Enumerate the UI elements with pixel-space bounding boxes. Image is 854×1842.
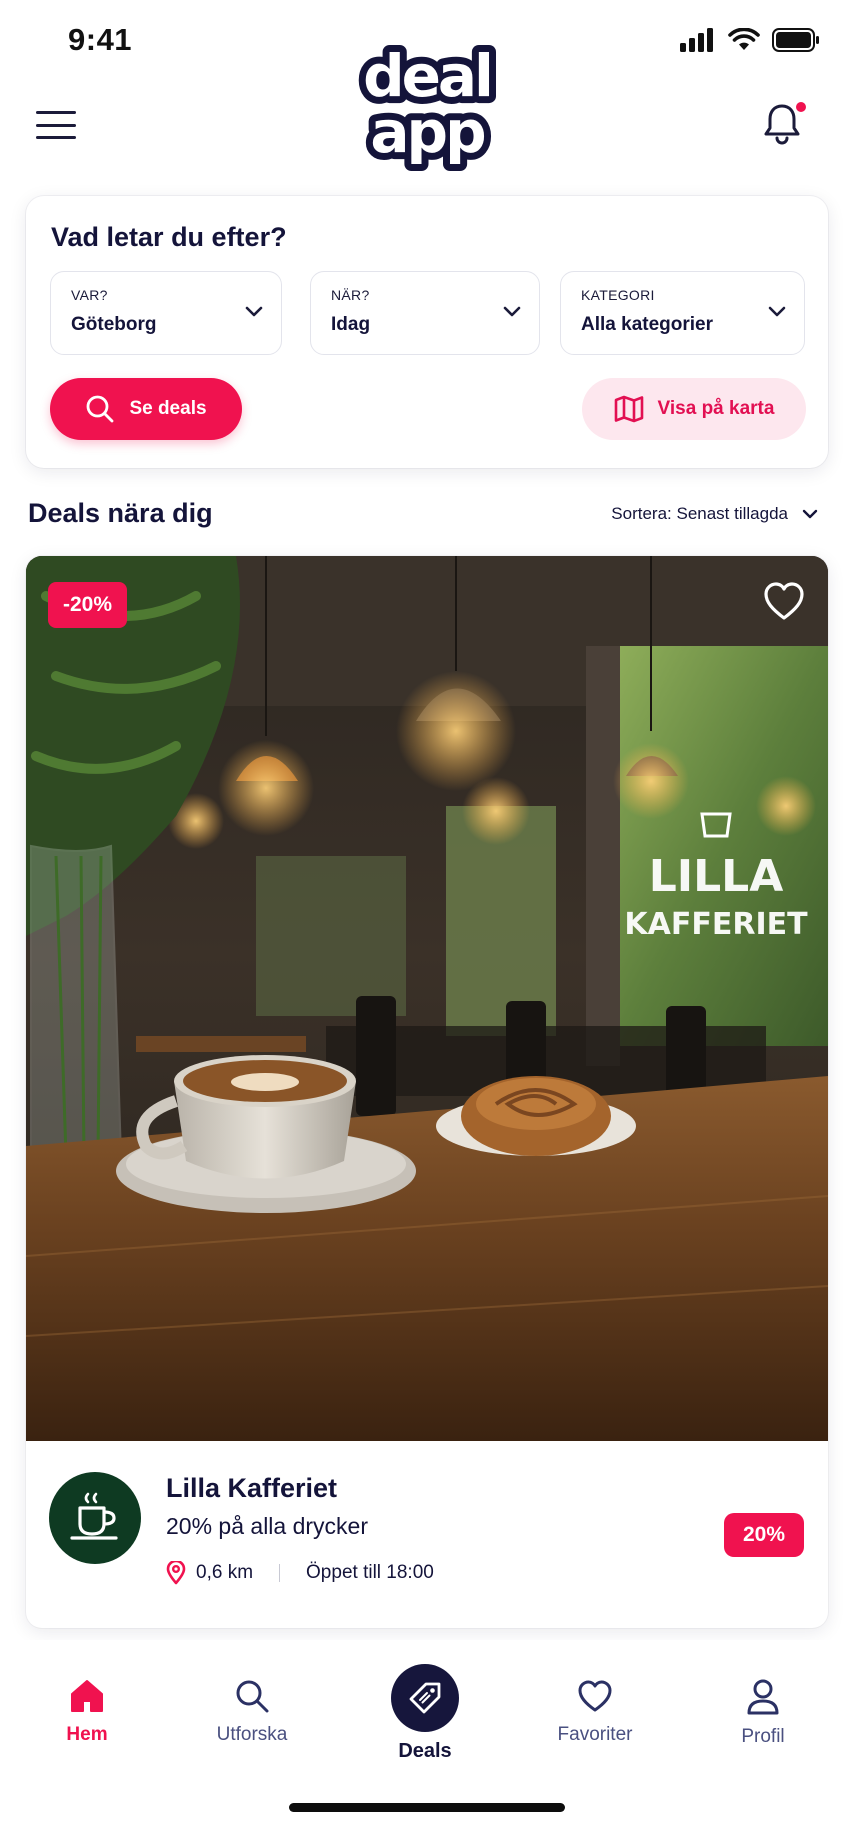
search-title: Vad letar du efter?	[51, 222, 287, 252]
section-title: Deals nära dig	[28, 498, 213, 528]
nav-label-home: Hem	[66, 1724, 108, 1745]
filter-location[interactable]: VAR? Göteborg	[50, 271, 282, 355]
user-icon	[747, 1679, 779, 1715]
notifications-button[interactable]	[758, 100, 808, 148]
filter-date-value: Idag	[331, 314, 371, 335]
sort-label: Sortera: Senast tillagda	[611, 504, 788, 523]
see-deals-label: Se deals	[129, 398, 207, 419]
deal-card[interactable]: LILLA KAFFERIET -20% Lilla Kafferiet 20%…	[26, 556, 828, 1628]
filter-category[interactable]: KATEGORI Alla kategorier	[560, 271, 805, 355]
home-icon	[71, 1680, 103, 1712]
deal-info: Lilla Kafferiet 20% på alla drycker 0,6 …	[26, 1441, 828, 1628]
merchant-name: Lilla Kafferiet	[166, 1473, 338, 1503]
deal-meta: 0,6 km Öppet till 18:00	[166, 1561, 434, 1585]
location-pin-icon	[166, 1561, 186, 1585]
search-icon	[87, 395, 114, 423]
chevron-down-icon	[802, 509, 818, 518]
wifi-icon	[728, 28, 760, 50]
status-icons	[680, 28, 820, 52]
filter-category-label: KATEGORI	[581, 287, 655, 303]
window-sign-kafferiet: KAFFERIET	[624, 907, 808, 942]
search-icon	[236, 1680, 269, 1713]
show-map-button[interactable]: Visa på karta	[582, 378, 806, 440]
chevron-down-icon	[768, 306, 786, 317]
deals-button-circle	[391, 1664, 459, 1732]
filter-date-label: NÄR?	[331, 287, 370, 303]
meta-divider	[279, 1564, 281, 1582]
status-time: 9:41	[68, 22, 133, 57]
nav-item-home[interactable]: Hem	[12, 1678, 162, 1746]
window-sign-lilla: LILLA	[649, 851, 784, 902]
deal-hours: Öppet till 18:00	[306, 1562, 434, 1583]
filter-location-value: Göteborg	[71, 314, 157, 335]
image-discount-badge: -20%	[48, 582, 128, 628]
filter-date[interactable]: NÄR? Idag	[310, 271, 540, 355]
filter-location-label: VAR?	[71, 287, 108, 303]
coffee-cup-icon	[70, 1492, 118, 1540]
deal-description: 20% på alla drycker	[166, 1513, 368, 1539]
battery-icon	[772, 28, 819, 52]
show-map-label: Visa på karta	[657, 398, 775, 419]
chevron-down-icon	[245, 306, 263, 317]
home-indicator	[289, 1803, 565, 1812]
deal-app-logo: deal app	[356, 36, 501, 173]
nav-label-explore: Utforska	[216, 1724, 288, 1745]
nav-item-favorites[interactable]: Favoriter	[520, 1678, 670, 1746]
menu-icon[interactable]	[36, 108, 76, 142]
deal-distance: 0,6 km	[196, 1562, 254, 1583]
logo-line-app: app	[370, 98, 484, 166]
search-card: Vad letar du efter? VAR? Göteborg NÄR? I…	[26, 196, 828, 468]
cafe-photo: LILLA KAFFERIET	[26, 556, 828, 1441]
filter-category-value: Alla kategorier	[581, 314, 713, 335]
tag-icon	[409, 1682, 441, 1714]
map-icon	[614, 395, 643, 423]
merchant-avatar	[49, 1472, 141, 1564]
nav-label-deals: Deals	[398, 1740, 452, 1762]
heart-icon	[578, 1680, 612, 1712]
chevron-down-icon	[503, 306, 521, 317]
sort-dropdown[interactable]: Sortera: Senast tillagda	[611, 504, 818, 524]
nav-item-deals[interactable]: Deals	[350, 1664, 500, 1763]
see-deals-button[interactable]: Se deals	[50, 378, 242, 440]
nav-label-favorites: Favoriter	[557, 1724, 633, 1745]
nav-item-explore[interactable]: Utforska	[177, 1678, 327, 1746]
cellular-signal-icon	[680, 28, 713, 52]
nav-label-profile: Profil	[741, 1726, 785, 1747]
nav-item-profile[interactable]: Profil	[688, 1678, 838, 1748]
notification-dot	[794, 100, 808, 114]
heart-icon	[764, 582, 804, 620]
deal-discount-badge: 20%	[723, 1513, 804, 1557]
favorite-button[interactable]	[762, 580, 806, 622]
